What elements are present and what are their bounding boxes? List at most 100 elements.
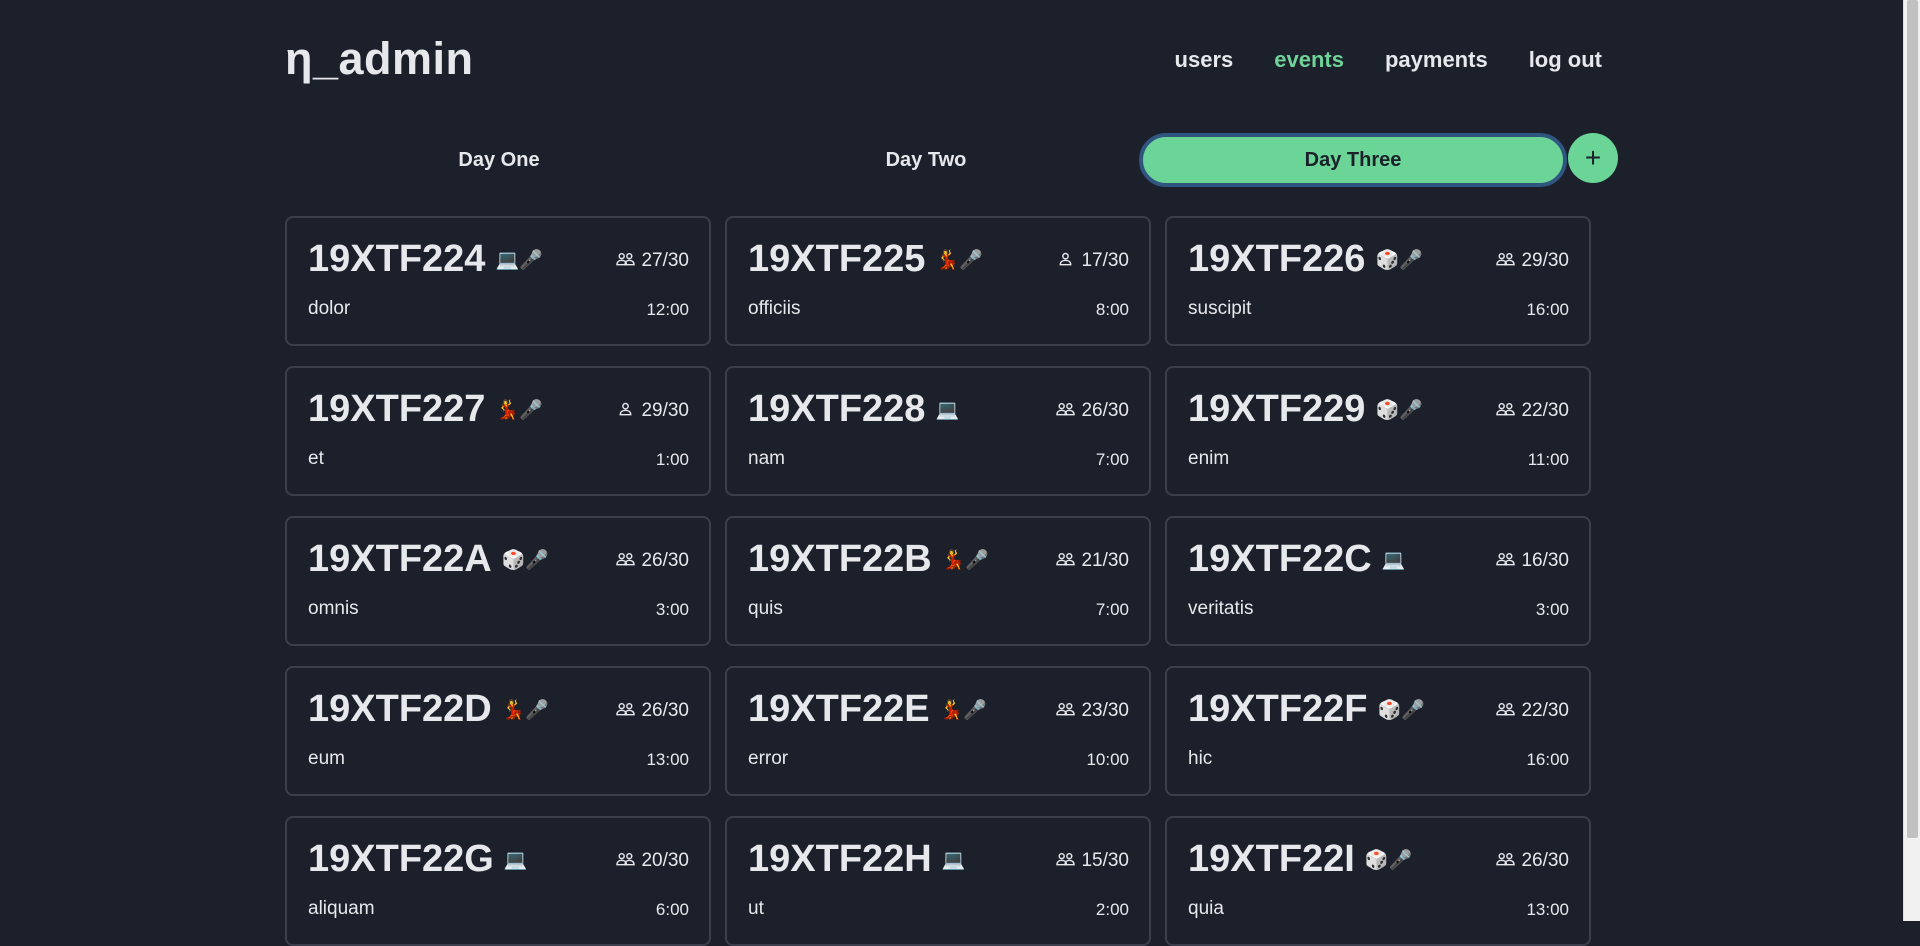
- tab-day-one[interactable]: Day One: [285, 133, 713, 187]
- event-capacity: 20/30: [616, 850, 689, 872]
- group-icon: [1496, 700, 1516, 722]
- event-card[interactable]: 19XTF22F 🎲🎤 22/30 hic 16:00: [1165, 666, 1591, 796]
- event-card[interactable]: 19XTF227 💃🎤 29/30 et 1:00: [285, 366, 711, 496]
- event-card[interactable]: 19XTF22B 💃🎤 21/30 quis 7:00: [725, 516, 1151, 646]
- event-code: 19XTF22D 💃🎤: [308, 688, 549, 731]
- capacity-text: 29/30: [1521, 250, 1569, 271]
- event-time: 7:00: [1095, 450, 1129, 469]
- event-code-text: 19XTF225: [748, 238, 926, 280]
- nav-payments[interactable]: payments: [1385, 47, 1488, 73]
- event-name: suscipit: [1188, 298, 1252, 319]
- event-card[interactable]: 19XTF22H 💻 15/30 ut 2:00: [725, 816, 1151, 946]
- capacity-text: 26/30: [1521, 850, 1569, 871]
- event-name: dolor: [308, 298, 351, 319]
- event-card[interactable]: 19XTF22G 💻 20/30 aliquam 6:00: [285, 816, 711, 946]
- group-icon: [616, 850, 636, 872]
- group-icon: [616, 250, 636, 272]
- event-code: 19XTF225 💃🎤: [748, 238, 983, 281]
- event-card[interactable]: 19XTF228 💻 26/30 nam 7:00: [725, 366, 1151, 496]
- capacity-text: 22/30: [1521, 700, 1569, 721]
- capacity-text: 29/30: [641, 400, 689, 421]
- group-icon: [616, 700, 636, 722]
- event-time: 6:00: [655, 900, 689, 919]
- event-tags-icon: 💻: [941, 849, 966, 871]
- group-icon: [1496, 250, 1516, 272]
- event-tags-icon: 🎲🎤: [1375, 249, 1423, 271]
- event-time: 13:00: [1526, 900, 1569, 919]
- event-card[interactable]: 19XTF22D 💃🎤 26/30 eum 13:00: [285, 666, 711, 796]
- event-code-text: 19XTF227: [308, 388, 486, 430]
- event-card[interactable]: 19XTF226 🎲🎤 29/30 suscipit 16:00: [1165, 216, 1591, 346]
- event-name: nam: [748, 448, 785, 469]
- event-capacity: 16/30: [1496, 550, 1569, 572]
- event-code-text: 19XTF226: [1188, 238, 1366, 280]
- event-code-text: 19XTF22I: [1188, 838, 1355, 880]
- event-capacity: 26/30: [616, 700, 689, 722]
- event-tags-icon: 💻: [503, 849, 528, 871]
- event-capacity: 17/30: [1056, 250, 1129, 272]
- event-card[interactable]: 19XTF22E 💃🎤 23/30 error 10:00: [725, 666, 1151, 796]
- event-tags-icon: 💃🎤: [495, 399, 543, 421]
- event-code-text: 19XTF22A: [308, 538, 492, 580]
- event-card[interactable]: 19XTF229 🎲🎤 22/30 enim 11:00: [1165, 366, 1591, 496]
- group-icon: [1496, 850, 1516, 872]
- event-tags-icon: 🎲🎤: [501, 549, 550, 571]
- event-name: et: [308, 448, 324, 469]
- event-code: 19XTF224 💻🎤: [308, 238, 543, 281]
- tab-day-two[interactable]: Day Two: [712, 133, 1140, 187]
- event-card[interactable]: 19XTF224 💻🎤 27/30 dolor 12:00: [285, 216, 711, 346]
- event-code-text: 19XTF22E: [748, 688, 930, 730]
- capacity-text: 23/30: [1081, 700, 1129, 721]
- add-day-button[interactable]: +: [1568, 133, 1618, 183]
- group-icon: [1496, 550, 1516, 572]
- event-code: 19XTF22I 🎲🎤: [1188, 838, 1412, 881]
- event-capacity: 22/30: [1496, 700, 1569, 722]
- event-code: 19XTF229 🎲🎤: [1188, 388, 1423, 431]
- event-tags-icon: 💃🎤: [939, 699, 987, 721]
- main-nav: users events payments log out: [1175, 47, 1602, 73]
- capacity-text: 17/30: [1081, 250, 1129, 271]
- event-card[interactable]: 19XTF22C 💻 16/30 veritatis 3:00: [1165, 516, 1591, 646]
- brand-logo[interactable]: η_admin: [285, 33, 474, 85]
- capacity-text: 21/30: [1081, 550, 1129, 571]
- event-tags-icon: 💻: [935, 399, 960, 421]
- event-code: 19XTF22H 💻: [748, 838, 965, 881]
- event-capacity: 29/30: [1496, 250, 1569, 272]
- event-time: 16:00: [1526, 750, 1569, 769]
- event-capacity: 22/30: [1496, 400, 1569, 422]
- capacity-text: 26/30: [641, 550, 689, 571]
- group-icon: [1056, 400, 1076, 422]
- group-icon: [1056, 700, 1076, 722]
- group-icon: [616, 550, 636, 572]
- event-name: quis: [748, 598, 783, 619]
- event-time: 13:00: [646, 750, 689, 769]
- event-name: eum: [308, 748, 345, 769]
- event-name: officiis: [748, 298, 801, 319]
- group-icon: [1496, 400, 1516, 422]
- event-code: 19XTF22E 💃🎤: [748, 688, 987, 731]
- event-capacity: 29/30: [616, 400, 689, 422]
- event-tags-icon: 💻🎤: [495, 249, 543, 271]
- capacity-text: 26/30: [641, 700, 689, 721]
- event-tags-icon: 🎲🎤: [1364, 849, 1413, 871]
- scrollbar-thumb[interactable]: [1907, 0, 1918, 838]
- event-capacity: 26/30: [1056, 400, 1129, 422]
- event-time: 8:00: [1095, 300, 1129, 319]
- nav-log-out[interactable]: log out: [1529, 47, 1602, 73]
- nav-users[interactable]: users: [1175, 47, 1234, 73]
- nav-events[interactable]: events: [1274, 47, 1344, 73]
- event-capacity: 26/30: [1496, 850, 1569, 872]
- event-card[interactable]: 19XTF22A 🎲🎤 26/30 omnis 3:00: [285, 516, 711, 646]
- tab-day-three[interactable]: Day Three: [1139, 133, 1567, 187]
- event-tags-icon: 🎲🎤: [1375, 399, 1423, 421]
- event-code-text: 19XTF224: [308, 238, 486, 280]
- event-capacity: 23/30: [1056, 700, 1129, 722]
- event-capacity: 27/30: [616, 250, 689, 272]
- event-name: hic: [1188, 748, 1213, 769]
- event-card[interactable]: 19XTF225 💃🎤 17/30 officiis 8:00: [725, 216, 1151, 346]
- event-card[interactable]: 19XTF22I 🎲🎤 26/30 quia 13:00: [1165, 816, 1591, 946]
- vertical-scrollbar[interactable]: [1903, 0, 1920, 921]
- event-code-text: 19XTF22B: [748, 538, 932, 580]
- capacity-text: 22/30: [1521, 400, 1569, 421]
- event-code-text: 19XTF22G: [308, 838, 494, 880]
